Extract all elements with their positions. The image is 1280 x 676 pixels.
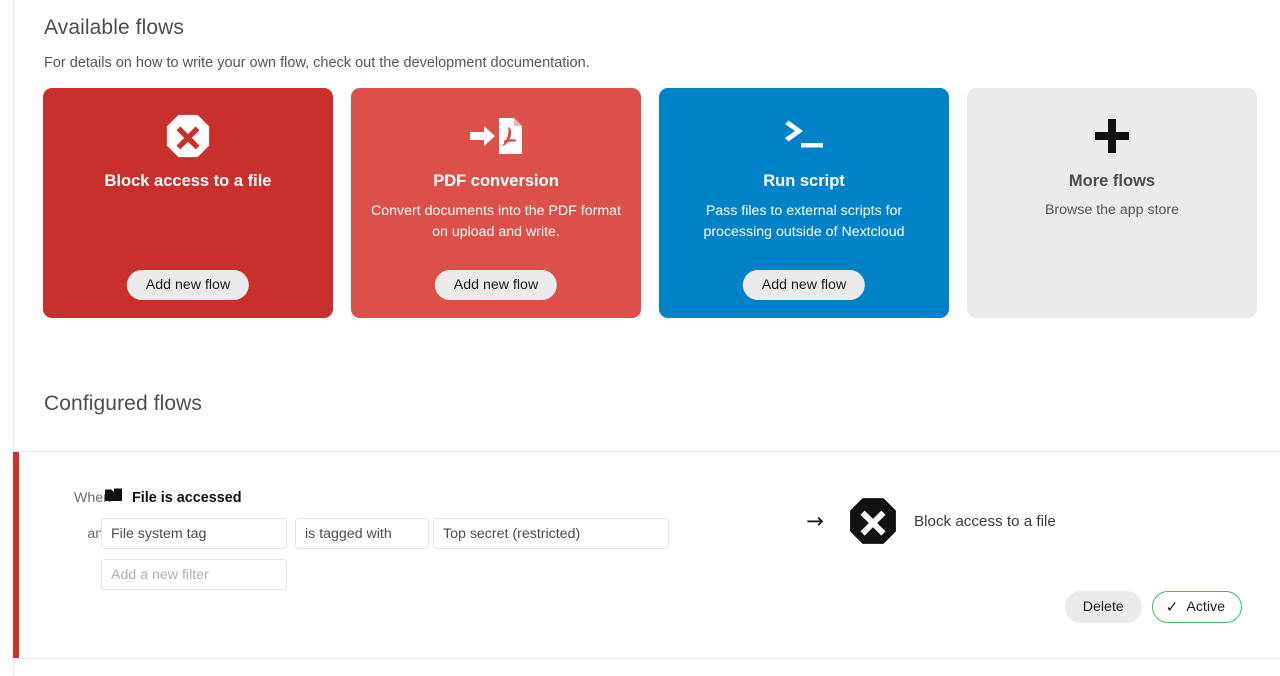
flow-row-buttons: Delete ✓ Active [1065,591,1242,623]
configured-flows-title: Configured flows [44,392,202,416]
available-flows-card-list: Block access to a file Add new flow PDF … [43,88,1261,318]
flow-accent-bar [13,452,19,658]
flow-trigger: File is accessed [105,488,242,507]
when-label: When [51,490,111,506]
filter-operator-input[interactable] [295,518,429,549]
flow-card-pdf-conversion[interactable]: PDF conversion Convert documents into th… [351,88,641,318]
filter-value-input[interactable] [433,518,669,549]
flow-card-description: Pass files to external scripts for proce… [679,201,929,243]
flow-card-description: Convert documents into the PDF format on… [371,201,621,243]
flow-card-title: PDF conversion [433,172,559,192]
add-new-flow-button-run-script[interactable]: Add new flow [743,270,865,300]
block-octagon-icon [848,496,898,546]
flow-settings-page: Available flows For details on how to wr… [0,0,1280,676]
filter-subject-input[interactable] [101,518,287,549]
check-icon: ✓ [1166,600,1179,615]
arrow-right-icon: → [798,511,832,532]
flow-card-block-access[interactable]: Block access to a file Add new flow [43,88,333,318]
active-toggle-button[interactable]: ✓ Active [1152,591,1242,623]
flow-card-title: Run script [763,172,845,192]
flow-card-more-flows[interactable]: More flows Browse the app store [967,88,1257,318]
flow-card-title: Block access to a file [105,172,272,192]
flow-card-title: More flows [1069,172,1155,192]
available-flows-title: Available flows [44,16,184,40]
flow-card-run-script[interactable]: Run script Pass files to external script… [659,88,949,318]
configured-flows-divider-bottom [14,658,1280,659]
add-new-flow-button-block[interactable]: Add new flow [127,270,249,300]
add-new-filter-input[interactable] [101,559,287,590]
flow-trigger-name: File is accessed [132,490,242,506]
available-flows-subtitle: For details on how to write your own flo… [44,55,590,71]
terminal-prompt-icon [781,114,827,158]
plus-icon [1092,114,1132,158]
block-octagon-icon [165,114,211,158]
flow-card-description: Browse the app store [987,200,1237,221]
configured-flow-row: When File is accessed and → [13,452,1280,658]
folder-icon [105,488,122,507]
flow-action-name: Block access to a file [914,513,1056,530]
add-new-flow-button-pdf[interactable]: Add new flow [435,270,557,300]
delete-flow-button[interactable]: Delete [1065,591,1142,623]
flow-action: → Block access to a file [798,496,1056,546]
active-toggle-label: Active [1186,599,1225,615]
pdf-convert-icon [468,114,524,158]
